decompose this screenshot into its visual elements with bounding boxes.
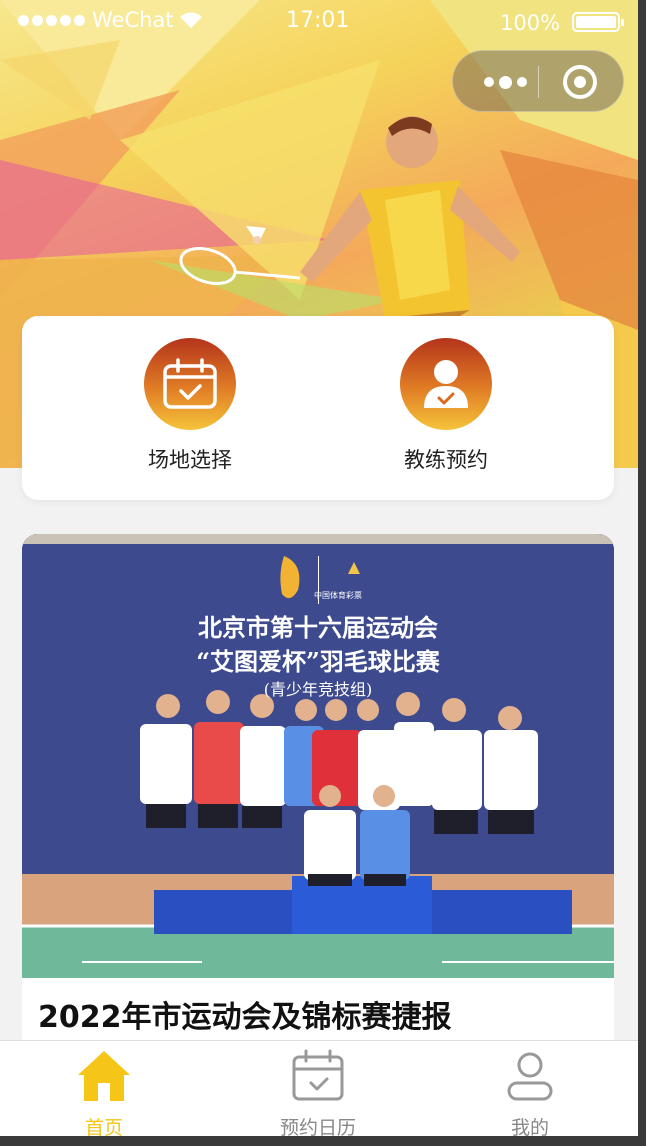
- close-miniprogram-icon[interactable]: [563, 65, 597, 99]
- capsule-divider: [538, 66, 539, 98]
- photo-logo-text: 中国体育彩票: [314, 591, 362, 600]
- device-edge-bottom: [0, 1136, 646, 1146]
- tab-calendar[interactable]: 预约日历: [258, 1047, 378, 1140]
- coach-booking-button[interactable]: 教练预约: [371, 338, 521, 474]
- photo-banner-line1: 北京市第十六届运动会: [198, 613, 438, 642]
- coach-person-icon: [400, 338, 492, 430]
- news-card[interactable]: 北京市第十六届运动会 “艾图爱杯”羽毛球比赛 (青少年竞技组) 中国体育彩票 2…: [22, 534, 614, 1054]
- coach-booking-label: 教练预约: [404, 448, 488, 472]
- battery-icon: [572, 12, 624, 32]
- home-icon: [78, 1051, 130, 1101]
- venue-select-button[interactable]: 场地选择: [115, 338, 265, 474]
- news-photo: 北京市第十六届运动会 “艾图爱杯”羽毛球比赛 (青少年竞技组) 中国体育彩票: [22, 534, 614, 978]
- more-menu-icon[interactable]: [475, 69, 535, 95]
- photo-banner-line2: “艾图爱杯”羽毛球比赛: [196, 647, 440, 676]
- user-icon: [507, 1052, 553, 1101]
- clock-label: 17:01: [286, 8, 350, 33]
- tab-home[interactable]: 首页: [44, 1047, 164, 1140]
- venue-select-label: 场地选择: [148, 448, 232, 472]
- miniprogram-capsule: [452, 50, 624, 112]
- news-title: 2022年市运动会及锦标赛捷报: [38, 1000, 452, 1035]
- tab-profile[interactable]: 我的: [470, 1047, 590, 1140]
- device-edge-right: [638, 0, 646, 1146]
- tab-bar: 首页 预约日历 我的: [0, 1040, 638, 1139]
- status-bar: WeChat 17:01 100%: [0, 0, 638, 44]
- mini-program-screen: WeChat 17:01 100% 场地选择 教练预约 北京市第十六届运动会 “…: [0, 0, 638, 1146]
- photo-banner-line3: (青少年竞技组): [263, 680, 373, 699]
- calendar-icon: [292, 1049, 344, 1101]
- carrier-label: WeChat: [92, 8, 174, 32]
- wifi-icon: [180, 12, 202, 28]
- quick-actions-card: 场地选择 教练预约: [22, 316, 614, 500]
- signal-icon: [18, 15, 85, 26]
- battery-percent: 100%: [500, 11, 561, 35]
- calendar-check-icon: [144, 338, 236, 430]
